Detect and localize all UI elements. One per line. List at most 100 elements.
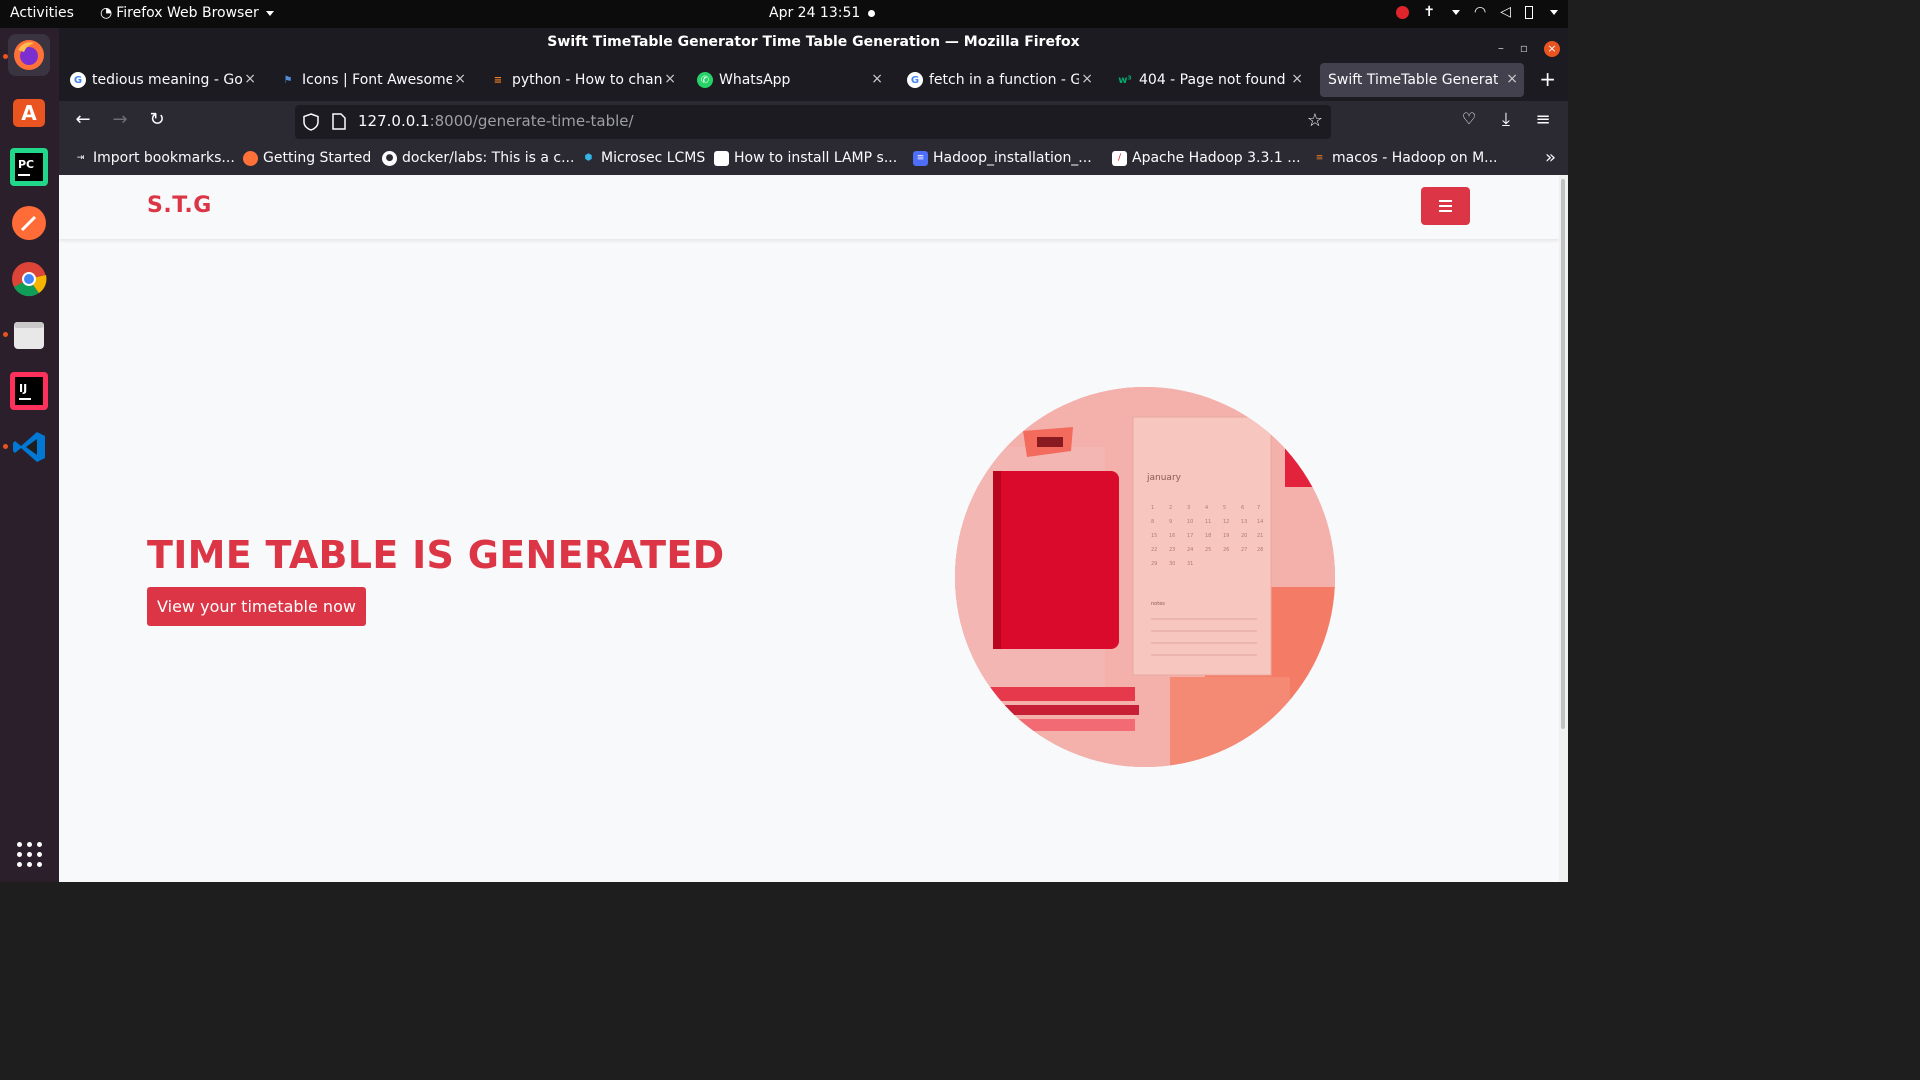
show-applications-icon[interactable] — [17, 842, 43, 868]
close-tab-icon[interactable]: × — [244, 71, 256, 87]
files-icon[interactable] — [8, 314, 50, 356]
system-tray[interactable]: ✝ ◠ ◁ — [1396, 4, 1558, 20]
shield-icon: ⬢ — [584, 153, 593, 163]
url-bar[interactable]: 127.0.0.1:8000/generate-time-table/ ☆ — [295, 105, 1331, 139]
new-tab-button[interactable]: + — [1539, 67, 1556, 91]
downloads-icon[interactable]: ⤓ — [1492, 109, 1520, 130]
svg-text:6: 6 — [1241, 505, 1244, 511]
chevron-down-icon — [1550, 9, 1558, 15]
hamburger-menu-button[interactable] — [1421, 187, 1470, 225]
bookmark-item[interactable]: ⇥ Import bookmarks... — [73, 150, 235, 166]
svg-text:16: 16 — [1169, 533, 1175, 539]
close-tab-icon[interactable]: × — [871, 71, 883, 87]
chevron-down-icon — [265, 10, 274, 16]
app-menu[interactable]: ◔ Firefox Web Browser — [100, 5, 274, 21]
notification-dot-icon — [868, 10, 875, 17]
svg-text:26: 26 — [1223, 547, 1229, 553]
flag-icon: ⚑ — [283, 74, 293, 86]
activities-button[interactable]: Activities — [10, 5, 74, 21]
web-page: S.T.G TIME TABLE IS GENERATED View your … — [59, 175, 1568, 882]
postman-icon[interactable] — [8, 202, 50, 244]
svg-text:23: 23 — [1169, 547, 1175, 553]
battery-icon — [1525, 5, 1533, 19]
svg-text:30: 30 — [1169, 561, 1175, 567]
bookmark-item[interactable]: ≡ Hadoop_installation_... — [913, 150, 1092, 166]
software-center-icon[interactable]: A — [8, 90, 50, 132]
bookmarks-toolbar: ⇥ Import bookmarks... Getting Started ● … — [59, 143, 1568, 175]
bookmark-item[interactable]: / Apache Hadoop 3.3.1 ... — [1112, 150, 1301, 166]
system-top-bar: Activities ◔ Firefox Web Browser Apr 24 … — [0, 0, 1568, 28]
close-tab-icon[interactable]: × — [1291, 71, 1303, 87]
window-titlebar[interactable]: Swift TimeTable Generator Time Table Gen… — [59, 28, 1568, 57]
do-not-disturb-icon — [1396, 5, 1410, 19]
close-tab-icon[interactable]: × — [454, 71, 466, 87]
tab[interactable]: ≡ python - How to chang × — [482, 63, 682, 97]
tab[interactable]: ✆ WhatsApp × — [689, 63, 889, 97]
bookmark-item[interactable]: ≡ macos - Hadoop on M... — [1312, 150, 1498, 166]
svg-text:25: 25 — [1205, 547, 1211, 553]
bookmark-item[interactable]: How to install LAMP s... — [714, 150, 897, 166]
google-icon: G — [907, 72, 923, 88]
close-tab-icon[interactable]: × — [1081, 71, 1093, 87]
intellij-icon[interactable]: IJ — [8, 370, 50, 412]
tab[interactable]: w³ 404 - Page not found | × — [1109, 63, 1309, 97]
svg-text:24: 24 — [1187, 547, 1193, 553]
pocket-icon[interactable]: ♡ — [1455, 109, 1483, 128]
forward-button[interactable]: → — [106, 109, 134, 130]
hamburger-icon — [1439, 200, 1452, 202]
bookmark-item[interactable]: Getting Started — [243, 150, 371, 166]
clock[interactable]: Apr 24 13:51 — [769, 5, 860, 21]
close-tab-icon[interactable]: × — [1506, 71, 1518, 87]
svg-text:7: 7 — [1257, 505, 1260, 511]
svg-text:5: 5 — [1223, 505, 1226, 511]
vscode-icon[interactable] — [8, 426, 50, 468]
svg-text:19: 19 — [1223, 533, 1229, 539]
tab[interactable]: G tedious meaning - Goo × — [62, 63, 262, 97]
page-info-icon[interactable] — [332, 113, 346, 134]
bookmark-item[interactable]: ● docker/labs: This is a c... — [382, 150, 574, 166]
svg-text:9: 9 — [1169, 519, 1172, 525]
site-brand[interactable]: S.T.G — [147, 193, 212, 218]
hero-title: TIME TABLE IS GENERATED — [147, 533, 725, 577]
firefox-small-icon: ◔ — [100, 5, 113, 21]
app-menu-label: Firefox Web Browser — [116, 5, 259, 21]
tab[interactable]: G fetch in a function - Go × — [899, 63, 1099, 97]
calendar-notes-label: notes — [1151, 601, 1165, 607]
tab-strip: G tedious meaning - Goo × ⚑ Icons | Font… — [59, 57, 1568, 101]
window-title: Swift TimeTable Generator Time Table Gen… — [547, 34, 1080, 50]
back-button[interactable]: ← — [69, 109, 97, 130]
bookmark-star-icon[interactable]: ☆ — [1307, 110, 1323, 131]
bookmark-item[interactable]: ⬢ Microsec LCMS — [581, 150, 706, 166]
chevron-down-icon — [1452, 9, 1460, 15]
reload-button[interactable]: ↻ — [143, 109, 171, 130]
menu-icon[interactable]: ≡ — [1529, 109, 1557, 130]
tab[interactable]: ⚑ Icons | Font Awesome × — [272, 63, 472, 97]
url-path: :8000/generate-time-table/ — [429, 112, 634, 130]
tracking-protection-icon[interactable] — [303, 113, 319, 135]
svg-text:IJ: IJ — [19, 382, 27, 395]
whatsapp-icon: ✆ — [697, 72, 713, 88]
firefox-icon — [243, 150, 258, 166]
svg-text:4: 4 — [1205, 505, 1208, 511]
chrome-icon[interactable] — [8, 258, 50, 300]
close-tab-icon[interactable]: × — [664, 71, 676, 87]
more-bookmarks-icon[interactable]: » — [1545, 147, 1556, 168]
close-window-icon[interactable]: × — [1544, 40, 1560, 57]
view-timetable-button[interactable]: View your timetable now — [147, 587, 366, 626]
stackoverflow-icon: ≡ — [1315, 153, 1324, 163]
calendar-month-label: january — [1146, 473, 1182, 483]
tab-active[interactable]: Swift TimeTable Generato × — [1320, 63, 1524, 97]
pycharm-icon[interactable]: PC — [8, 146, 50, 188]
firefox-icon[interactable] — [8, 34, 50, 76]
scrollbar-thumb[interactable] — [1561, 179, 1565, 729]
svg-text:2: 2 — [1169, 505, 1172, 511]
accessibility-icon: ✝ — [1423, 4, 1435, 20]
svg-text:18: 18 — [1205, 533, 1211, 539]
svg-text:11: 11 — [1205, 519, 1211, 525]
svg-text:12: 12 — [1223, 519, 1229, 525]
page-scrollbar[interactable] — [1559, 175, 1568, 882]
svg-text:28: 28 — [1257, 547, 1263, 553]
svg-text:27: 27 — [1241, 547, 1247, 553]
svg-text:A: A — [21, 101, 37, 125]
svg-text:PC: PC — [18, 158, 34, 171]
